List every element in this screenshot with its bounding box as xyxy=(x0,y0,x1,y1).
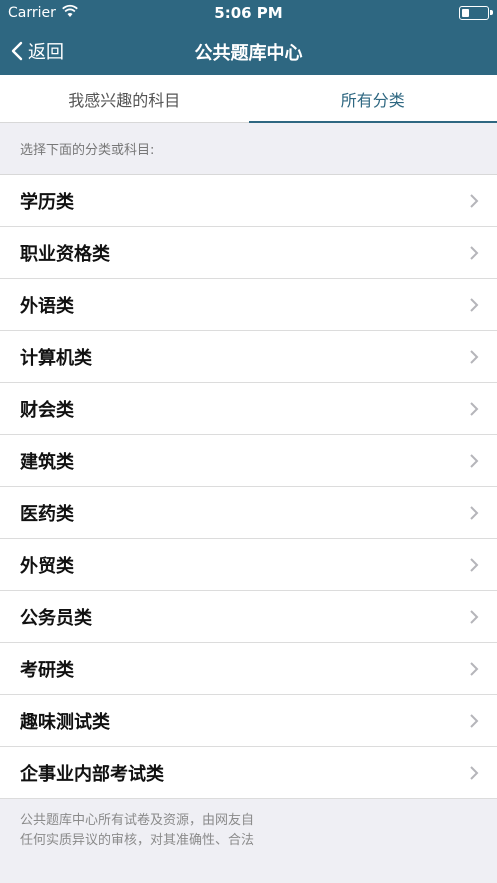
app-header: Carrier 5:06 PM 返回 公共题库中心 xyxy=(0,0,497,75)
list-item[interactable]: 学历类 xyxy=(0,175,497,227)
list-item-label: 考研类 xyxy=(20,659,74,681)
chevron-right-icon xyxy=(470,505,479,520)
list-item[interactable]: 建筑类 xyxy=(0,435,497,487)
category-list: 学历类 职业资格类 外语类 计算机类 财会类 建筑类 医药类 外贸类 公务员类 … xyxy=(0,174,497,799)
disclaimer-line: 任何实质异议的审核，对其准确性、合法 xyxy=(20,833,255,848)
navigation-bar: 返回 公共题库中心 xyxy=(0,27,497,75)
list-item-label: 计算机类 xyxy=(20,347,92,369)
status-bar: Carrier 5:06 PM xyxy=(0,0,497,27)
chevron-right-icon xyxy=(470,297,479,312)
chevron-right-icon xyxy=(470,349,479,364)
battery-icon xyxy=(459,6,493,20)
list-item[interactable]: 企事业内部考试类 xyxy=(0,747,497,799)
segmented-tabs: 我感兴趣的科目 所有分类 xyxy=(0,75,497,123)
disclaimer-line: 公共题库中心所有试卷及资源，由网友自 xyxy=(20,813,255,828)
chevron-right-icon xyxy=(470,713,479,728)
list-item-label: 建筑类 xyxy=(20,451,74,473)
chevron-right-icon xyxy=(470,245,479,260)
list-item[interactable]: 公务员类 xyxy=(0,591,497,643)
list-item-label: 职业资格类 xyxy=(20,243,110,265)
list-item-label: 医药类 xyxy=(20,503,74,525)
list-item-label: 外语类 xyxy=(20,295,74,317)
tab-all-categories[interactable]: 所有分类 xyxy=(248,75,497,123)
list-item-label: 趣味测试类 xyxy=(20,711,110,733)
chevron-right-icon xyxy=(470,765,479,780)
chevron-right-icon xyxy=(470,453,479,468)
list-item[interactable]: 职业资格类 xyxy=(0,227,497,279)
list-item-label: 外贸类 xyxy=(20,555,74,577)
list-item[interactable]: 医药类 xyxy=(0,487,497,539)
chevron-right-icon xyxy=(470,401,479,416)
list-item[interactable]: 外语类 xyxy=(0,279,497,331)
list-item[interactable]: 财会类 xyxy=(0,383,497,435)
chevron-right-icon xyxy=(470,609,479,624)
list-item[interactable]: 趣味测试类 xyxy=(0,695,497,747)
chevron-right-icon xyxy=(470,557,479,572)
chevron-right-icon xyxy=(470,193,479,208)
tab-my-interests[interactable]: 我感兴趣的科目 xyxy=(0,75,249,122)
list-item-label: 学历类 xyxy=(20,191,74,213)
section-header: 选择下面的分类或科目: xyxy=(20,143,155,158)
list-item[interactable]: 考研类 xyxy=(0,643,497,695)
chevron-right-icon xyxy=(470,661,479,676)
clock: 5:06 PM xyxy=(214,4,283,22)
list-item[interactable]: 计算机类 xyxy=(0,331,497,383)
list-item-label: 公务员类 xyxy=(20,607,92,629)
list-item-label: 企事业内部考试类 xyxy=(20,763,164,785)
page-title: 公共题库中心 xyxy=(194,43,303,64)
list-item[interactable]: 外贸类 xyxy=(0,539,497,591)
list-item-label: 财会类 xyxy=(20,399,74,421)
disclaimer-text: 公共题库中心所有试卷及资源，由网友自 任何实质异议的审核，对其准确性、合法 xyxy=(0,799,497,863)
